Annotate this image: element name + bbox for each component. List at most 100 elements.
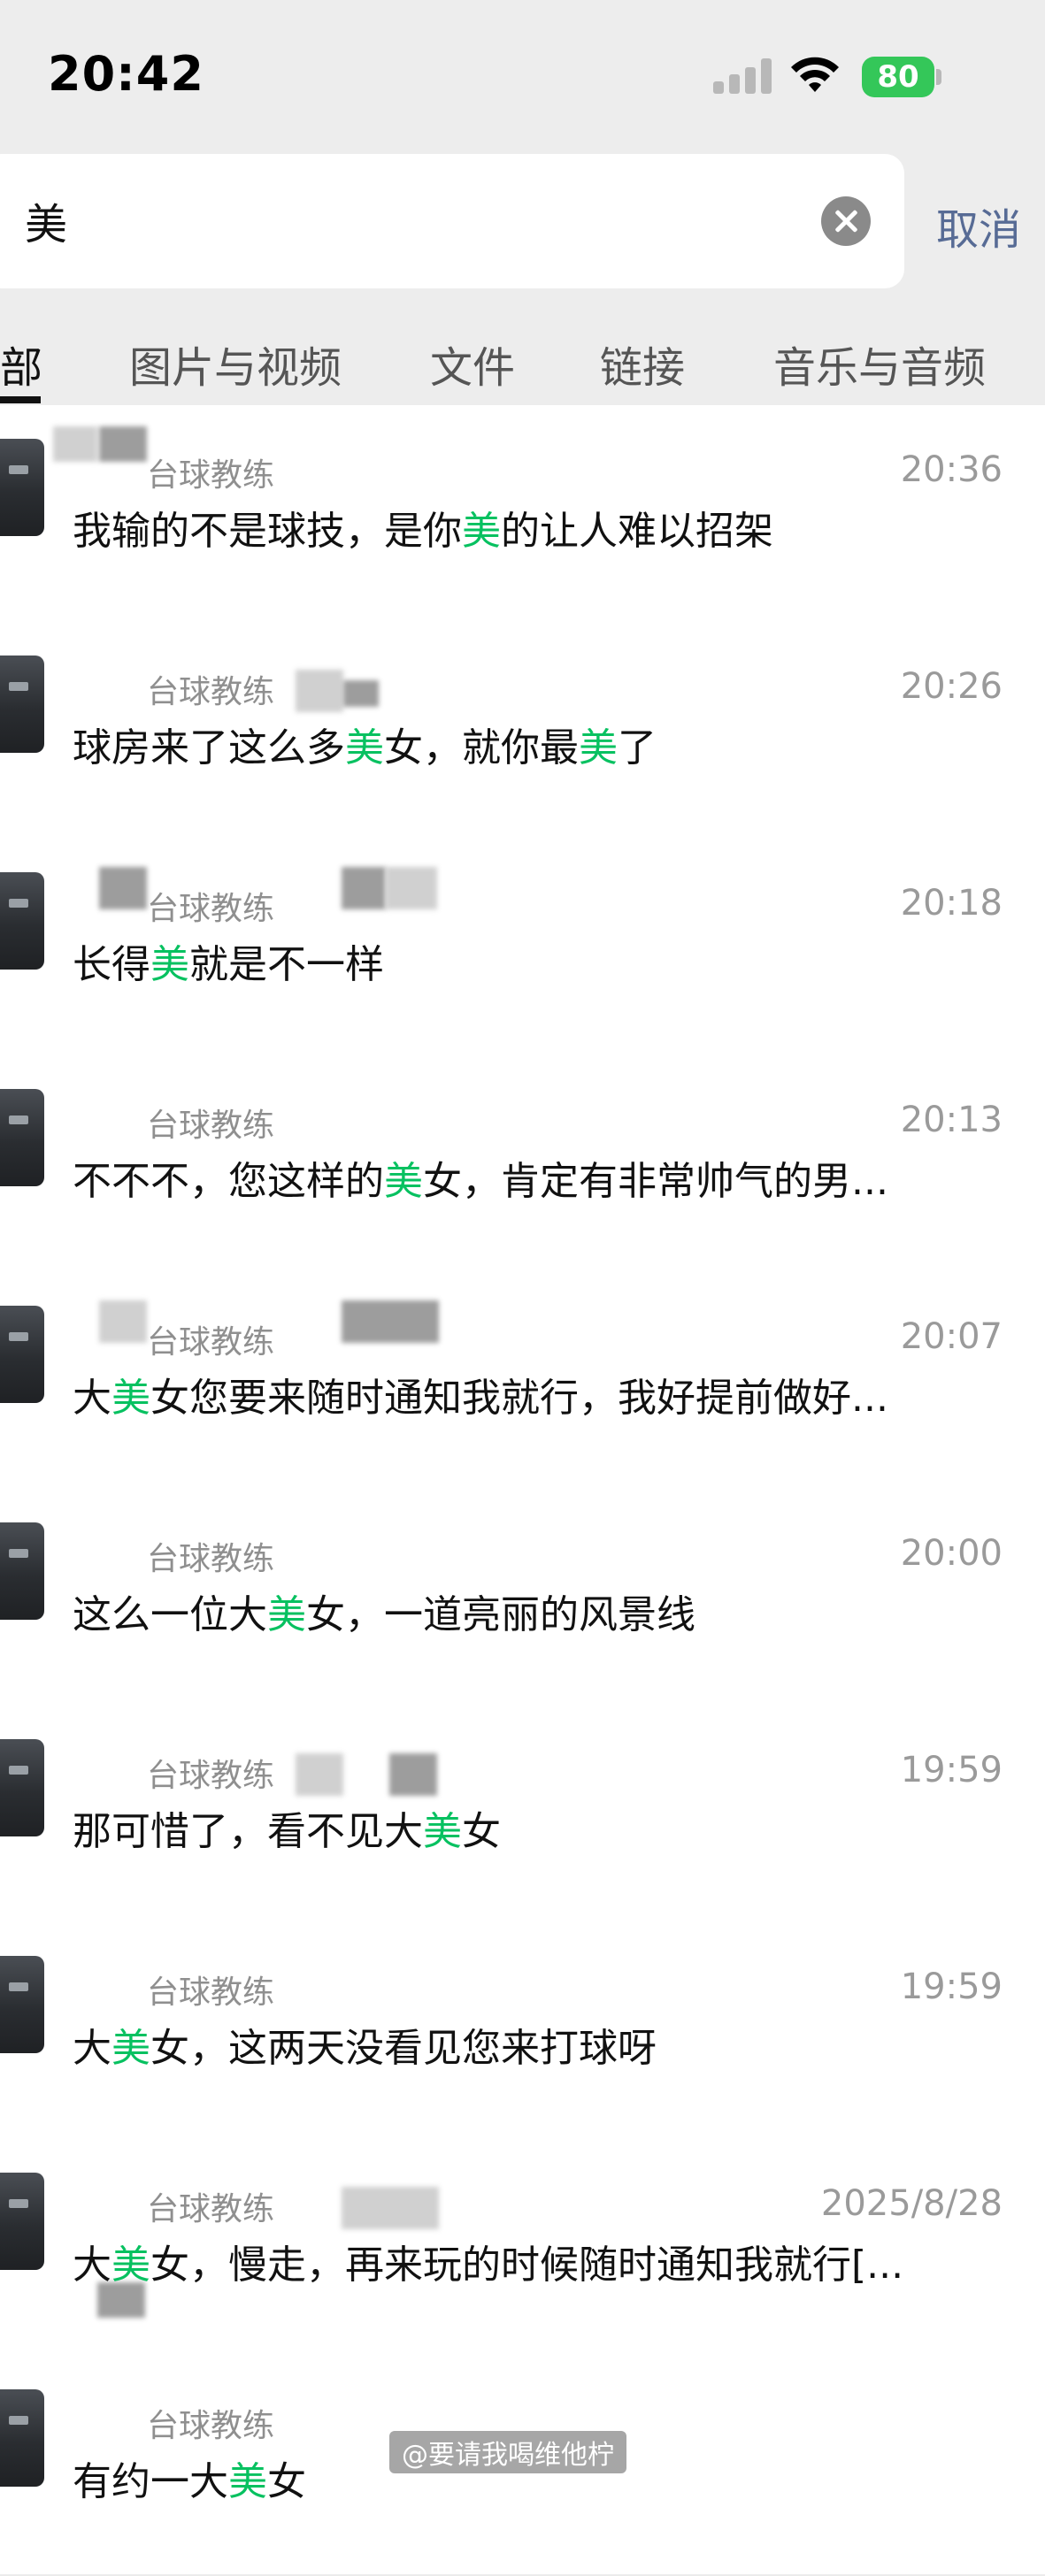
search-input[interactable]: 美 (25, 189, 67, 251)
message-text: 球房来了这么多 (73, 725, 345, 770)
wifi-icon (791, 57, 839, 92)
message-snippet: 大美女，慢走，再来玩的时候随时通知我就行[... (73, 2233, 1002, 2289)
result-row[interactable]: 台球教练 2025/8/28 大美女，慢走，再来玩的时候随时通知我就行[... (0, 2141, 1045, 2359)
contact-name: 台球教练 (147, 457, 275, 494)
message-time: 20:18 (900, 883, 1003, 924)
tab-all[interactable]: 部 (0, 333, 42, 395)
message-time: 20:13 (900, 1100, 1003, 1140)
message-text: 这么一位大 (73, 1592, 267, 1637)
message-text: 一大 (150, 2459, 228, 2504)
keyword-highlight: 美 (111, 1376, 150, 1421)
message-snippet: 这么一位大美女，一道亮丽的风景线 (73, 1583, 1002, 1639)
tab-images-videos[interactable]: 图片与视频 (129, 333, 342, 395)
keyword-highlight: 美 (111, 2026, 150, 2071)
privacy-blur (343, 680, 379, 707)
message-text: 女，肯定有非常帅气的男... (423, 1159, 888, 1204)
avatar (0, 1089, 44, 1186)
privacy-blur (296, 670, 343, 712)
keyword-highlight: 美 (579, 725, 618, 770)
contact-name: 台球教练 (147, 1974, 275, 2011)
message-snippet: 我输的不是球技，是你美的让人难以招架 (73, 499, 1002, 556)
message-text: 大 (73, 1376, 111, 1421)
result-row[interactable]: 台球教练 20:07 大美女您要来随时通知我就行，我好提前做好... (0, 1274, 1045, 1492)
contact-name: 台球教练 (147, 1108, 275, 1144)
avatar (0, 2173, 44, 2270)
avatar (0, 1956, 44, 2053)
privacy-blur (342, 1300, 439, 1343)
message-text: 就是不一样 (189, 942, 384, 987)
search-box[interactable]: 美 (0, 154, 904, 288)
privacy-blur (386, 867, 437, 909)
result-row[interactable]: 台球教练 20:18 长得美就是不一样 (0, 840, 1045, 1059)
message-time: 20:00 (900, 1533, 1003, 1574)
tab-underline (0, 396, 41, 403)
message-text: 我输的不是球技，是你 (73, 509, 462, 554)
result-row[interactable]: 台球教练 20:36 我输的不是球技，是你美的让人难以招架 (0, 407, 1045, 625)
privacy-blur (389, 1753, 437, 1796)
message-text: 了 (618, 725, 657, 770)
message-text: 女 (462, 1809, 501, 1854)
result-row[interactable]: 台球教练 20:26 球房来了这么多美女，就你最美了 (0, 624, 1045, 842)
message-snippet: 不不不，您这样的美女，肯定有非常帅气的男... (73, 1149, 1002, 1206)
message-text: 有 (73, 2459, 111, 2504)
message-text: 女您要来随时通知我就行，我好提前做好... (150, 1376, 888, 1421)
avatar (0, 872, 44, 970)
avatar (0, 1306, 44, 1403)
message-time: 19:59 (900, 1966, 1003, 2007)
result-row[interactable]: 台球教练 20:13 不不不，您这样的美女，肯定有非常帅气的男... (0, 1057, 1045, 1276)
message-text: 长得 (73, 942, 150, 987)
keyword-highlight: 美 (462, 509, 501, 554)
avatar (0, 2389, 44, 2487)
message-text: 大 (73, 2026, 111, 2071)
privacy-blur (99, 426, 147, 462)
message-snippet: 球房来了这么多美女，就你最美了 (73, 716, 1002, 772)
message-text: 女，这两天没看见您来打球呀 (150, 2026, 657, 2071)
message-time: 20:26 (900, 666, 1003, 707)
avatar (0, 439, 44, 536)
message-text: 女，一道亮丽的风景线 (306, 1592, 695, 1637)
tab-links[interactable]: 链接 (600, 333, 685, 395)
privacy-blur (99, 1300, 147, 1343)
avatar (0, 1739, 44, 1836)
message-time: 19:59 (900, 1750, 1003, 1790)
message-time: 20:07 (900, 1316, 1003, 1357)
contact-name: 台球教练 (147, 891, 275, 927)
keyword-highlight: 美 (384, 1159, 423, 1204)
contact-name: 台球教练 (147, 2408, 275, 2444)
contact-name: 台球教练 (147, 1541, 275, 1577)
keyword-highlight: 美 (267, 1592, 306, 1637)
keyword-highlight: 美 (423, 1809, 462, 1854)
message-text: 的让人难以招架 (501, 509, 773, 554)
clear-icon[interactable] (821, 196, 871, 246)
cellular-signal-icon (713, 58, 775, 94)
battery-icon: 80 (862, 57, 934, 97)
avatar (0, 656, 44, 753)
avatar (0, 1522, 44, 1620)
privacy-blur (342, 2187, 439, 2229)
contact-name: 台球教练 (147, 674, 275, 710)
privacy-blur (296, 1753, 343, 1796)
message-time: 2025/8/28 (820, 2183, 1003, 2224)
tab-music-audio[interactable]: 音乐与音频 (773, 333, 986, 395)
contact-name: 台球教练 (147, 1758, 275, 1794)
tab-files[interactable]: 文件 (430, 333, 515, 395)
message-text: 约 (111, 2459, 150, 2504)
battery-cap (936, 69, 941, 85)
message-text: 女，就你最 (384, 725, 579, 770)
message-time: 20:36 (900, 449, 1003, 490)
result-row[interactable]: 台球教练 20:00 这么一位大美女，一道亮丽的风景线 (0, 1491, 1045, 1709)
result-row[interactable]: 台球教练 19:59 大美女，这两天没看见您来打球呀 (0, 1924, 1045, 2143)
message-snippet: 长得美就是不一样 (73, 932, 1002, 989)
message-text: 不不不，您这样的 (73, 1159, 384, 1204)
message-snippet: 大美女您要来随时通知我就行，我好提前做好... (73, 1366, 1002, 1422)
cancel-button[interactable]: 取消 (936, 195, 1021, 257)
privacy-blur (342, 867, 386, 909)
watermark: @要请我喝维他柠 (389, 2431, 626, 2473)
result-row[interactable]: 台球教练 19:59 那可惜了，看不见大美女 (0, 1707, 1045, 1926)
message-text: 大 (73, 2242, 111, 2288)
contact-name: 台球教练 (147, 2191, 275, 2227)
privacy-blur (53, 426, 97, 462)
privacy-blur (99, 867, 147, 909)
keyword-highlight: 美 (150, 942, 189, 987)
contact-name: 台球教练 (147, 1324, 275, 1361)
